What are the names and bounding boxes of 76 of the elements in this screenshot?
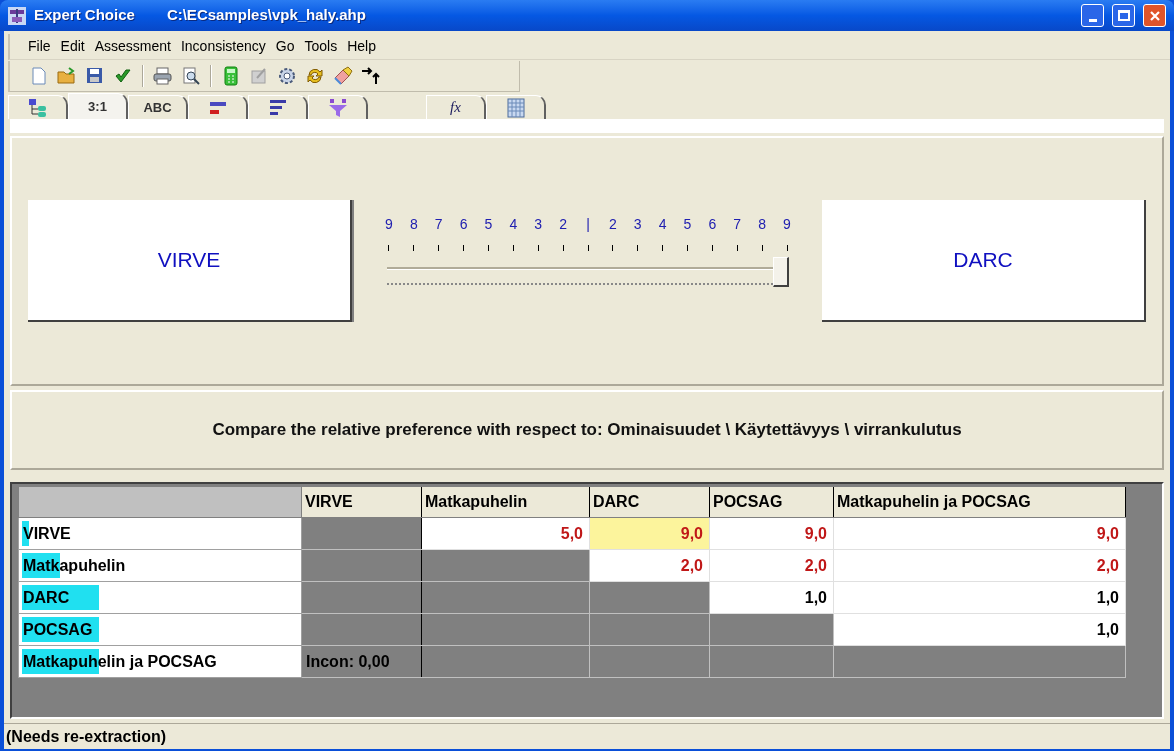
column-header: Matkapuhelin ja POCSAG	[833, 486, 1126, 518]
scale-label: 8	[757, 215, 767, 234]
close-button[interactable]	[1143, 4, 1166, 27]
scale-label: 9	[782, 215, 792, 234]
tab[interactable]	[308, 95, 368, 119]
scale-label: 9	[384, 215, 394, 234]
scale-label: 7	[732, 215, 743, 234]
scale-label: 4	[657, 215, 668, 234]
scale-label: 2	[607, 215, 618, 234]
comparison-cell[interactable]: 5,0	[421, 517, 590, 550]
close-icon	[1148, 9, 1161, 22]
refresh-icon[interactable]	[305, 66, 325, 86]
app-icon	[8, 6, 26, 25]
arrows-icon[interactable]	[361, 66, 381, 86]
column-header: DARC	[589, 486, 710, 518]
left-alternative-box: VIRVE	[28, 200, 352, 322]
save-icon[interactable]	[85, 66, 105, 86]
open-folder-icon[interactable]	[57, 66, 77, 86]
scale-label: 3	[533, 215, 544, 234]
tab[interactable]: fx	[426, 95, 486, 119]
scale-label: 5	[483, 215, 494, 234]
funnel-icon	[327, 97, 348, 118]
file-path: C:\ECsamples\vpk_haly.ahp	[166, 5, 366, 26]
print-icon[interactable]	[153, 66, 173, 86]
hierarchy-icon	[27, 97, 48, 118]
comparison-cell[interactable]: 9,0	[709, 517, 834, 550]
minimize-button[interactable]	[1081, 4, 1104, 27]
comparison-prompt: Compare the relative preference with respect to: Ominaisuudet \ Käytettävyys \ virrankulutus	[212, 419, 962, 442]
tab[interactable]	[188, 95, 248, 119]
calculator-icon[interactable]	[221, 66, 241, 86]
scale-label: 7	[433, 215, 444, 234]
tab[interactable]	[8, 95, 68, 119]
slider-thumb[interactable]	[773, 257, 789, 287]
spreadsheet-icon	[505, 97, 526, 118]
eraser-icon[interactable]	[333, 66, 353, 86]
column-header: VIRVE	[301, 486, 422, 518]
scale-label: 6	[458, 215, 469, 234]
scale-label: 5	[682, 215, 693, 234]
gear-icon[interactable]	[277, 66, 297, 86]
comparison-cell[interactable]: 2,0	[709, 549, 834, 582]
menu-item[interactable]: Assessment	[94, 36, 171, 57]
scale-label: 6	[707, 215, 718, 234]
column-header: POCSAG	[709, 486, 834, 518]
scale-label: |	[585, 215, 591, 234]
row-header: POCSAG	[18, 613, 302, 646]
menu-item[interactable]: Edit	[60, 36, 85, 57]
maximize-button[interactable]	[1112, 4, 1135, 27]
print-preview-icon[interactable]	[181, 66, 201, 86]
comparison-slider[interactable]: 9 8 7 6 5 4 3 2 | 2 3 4 5 6 7 8 9	[352, 200, 822, 322]
right-alternative-box: DARC	[822, 200, 1146, 322]
menu-item[interactable]: Help	[347, 36, 376, 57]
comparison-cell[interactable]: 2,0	[589, 549, 710, 582]
inconsistency-cell: Incon: 0,00	[301, 645, 422, 678]
comparison-cell[interactable]: 9,0	[833, 517, 1126, 550]
tab[interactable]: 3:1	[68, 93, 128, 119]
scale-label: 2	[558, 215, 568, 234]
menu-item[interactable]: File	[28, 36, 51, 57]
comparison-cell[interactable]: 9,0	[589, 517, 710, 550]
comparison-cell[interactable]: 1,0	[709, 581, 834, 614]
comparison-cell[interactable]: 2,0	[833, 549, 1126, 582]
comparison-cell[interactable]: 1,0	[833, 581, 1126, 614]
scale-label: 3	[632, 215, 643, 234]
menu-item[interactable]: Tools	[304, 36, 338, 57]
tab[interactable]: ABC	[128, 95, 188, 119]
comparison-cell[interactable]: 1,0	[833, 613, 1126, 646]
tab[interactable]	[486, 95, 546, 119]
menu-item[interactable]: Go	[275, 36, 295, 57]
tab[interactable]	[248, 95, 308, 119]
status-text: (Needs re-extraction)	[6, 726, 167, 747]
menu-item[interactable]: Inconsistency	[180, 36, 266, 57]
row-header: DARC	[18, 581, 302, 614]
scale-label: 4	[508, 215, 519, 234]
bars-icon	[267, 97, 288, 118]
window-title: Expert Choice	[34, 5, 135, 26]
column-header: Matkapuhelin	[421, 486, 590, 518]
scale-label: 8	[408, 215, 419, 234]
